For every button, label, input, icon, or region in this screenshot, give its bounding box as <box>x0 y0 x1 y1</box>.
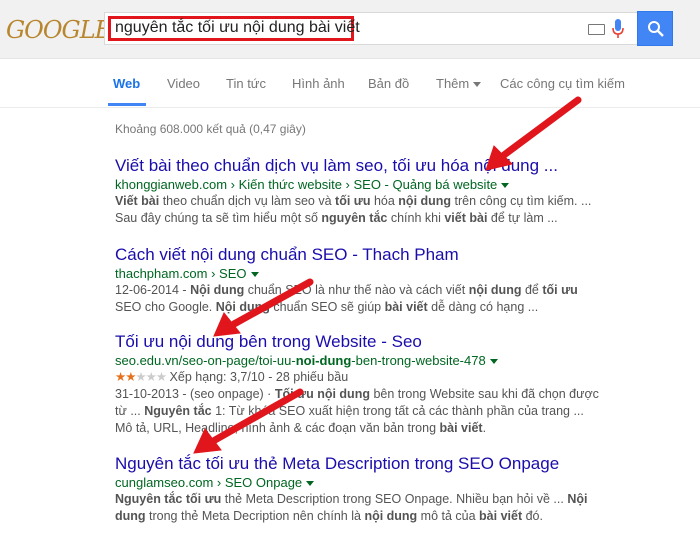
result-url: seo.edu.vn/seo-on-page/toi-uu-noi-dung-b… <box>115 352 685 369</box>
result-snippet: Mô tả, URL, Headline, hình ảnh & các đoạ… <box>115 421 487 435</box>
search-tabs: Web Video Tin tức Hình ảnh Bản đồ Thêm C… <box>0 59 700 108</box>
url-dropdown-icon[interactable] <box>501 183 510 189</box>
result-rating: ★★★★★ Xếp hạng: 3,7/10 - 28 phiếu bầu <box>115 370 349 384</box>
result-snippet: Nguyên tắc tối ưu thẻ Meta Description t… <box>115 492 588 506</box>
tab-news[interactable]: Tin tức <box>226 76 266 91</box>
search-header: GOOGLE nguyên tắc tối ưu nội dung bài vi… <box>0 0 700 59</box>
result-url-text: khonggianweb.com › Kiến thức website › S… <box>115 177 498 192</box>
url-dropdown-icon[interactable] <box>306 481 315 487</box>
result-snippet: dung trong thẻ Meta Decription nên chính… <box>115 509 543 523</box>
google-logo[interactable]: GOOGLE <box>6 16 112 44</box>
result-snippet: 31-10-2013 - (seo onpage) · Tối ưu nội d… <box>115 387 599 401</box>
tab-images[interactable]: Hình ảnh <box>292 76 345 91</box>
chevron-down-icon <box>473 82 482 88</box>
search-query-text: nguyên tắc tối ưu nội dung bài viết <box>115 19 360 36</box>
microphone-icon[interactable] <box>612 19 624 39</box>
tab-video[interactable]: Video <box>167 76 200 91</box>
rating-stars-icon: ★★★★★ <box>115 370 167 384</box>
tab-maps[interactable]: Bản đồ <box>368 76 409 91</box>
result-title-link[interactable]: Nguyên tắc tối ưu thẻ Meta Description t… <box>115 454 685 474</box>
result-title-link[interactable]: Viết bài theo chuẩn dịch vụ làm seo, tối… <box>115 156 685 176</box>
result-url-text: thachpham.com › SEO <box>115 266 247 281</box>
result-title-link[interactable]: Tối ưu nội dung bên trong Website - Seo <box>115 332 685 352</box>
tab-more-label: Thêm <box>436 76 470 91</box>
result-stats: Khoảng 608.000 kết quả (0,47 giây) <box>115 122 306 136</box>
arrow-1 <box>500 96 582 159</box>
url-dropdown-icon[interactable] <box>489 359 498 365</box>
search-result: Cách viết nội dung chuẩn SEO - Thach Pha… <box>115 245 685 316</box>
result-snippet: từ ... Nguyên tắc 1: Từ khóa SEO xuất hi… <box>115 404 584 418</box>
tab-search-tools[interactable]: Các công cụ tìm kiếm <box>500 76 625 91</box>
result-snippet: Sau đây chúng ta sẽ tìm hiểu một số nguy… <box>115 211 558 225</box>
result-snippet: Viết bài theo chuẩn dịch vụ làm seo và t… <box>115 194 592 208</box>
result-snippet: SEO cho Google. Nội dung chuẩn SEO sẽ gi… <box>115 300 539 314</box>
search-result: Viết bài theo chuẩn dịch vụ làm seo, tối… <box>115 156 685 227</box>
search-input[interactable]: nguyên tắc tối ưu nội dung bài viết <box>104 12 639 45</box>
result-title-link[interactable]: Cách viết nội dung chuẩn SEO - Thach Pha… <box>115 245 685 265</box>
active-tab-indicator <box>108 103 146 106</box>
search-result: Tối ưu nội dung bên trong Website - Seo … <box>115 332 685 437</box>
search-button[interactable] <box>637 11 673 46</box>
tab-web[interactable]: Web <box>113 76 140 91</box>
result-url: cunglamseo.com › SEO Onpage <box>115 474 685 491</box>
tab-more[interactable]: Thêm <box>436 76 482 91</box>
result-snippet: 12-06-2014 - Nội dung chuẩn SEO là như t… <box>115 283 578 297</box>
search-icon <box>648 21 664 37</box>
result-url: khonggianweb.com › Kiến thức website › S… <box>115 176 685 193</box>
url-dropdown-icon[interactable] <box>250 272 259 278</box>
keyboard-icon[interactable] <box>588 24 605 35</box>
result-url: thachpham.com › SEO <box>115 265 685 282</box>
result-url-text: cunglamseo.com › SEO Onpage <box>115 475 303 490</box>
search-result: Nguyên tắc tối ưu thẻ Meta Description t… <box>115 454 685 525</box>
